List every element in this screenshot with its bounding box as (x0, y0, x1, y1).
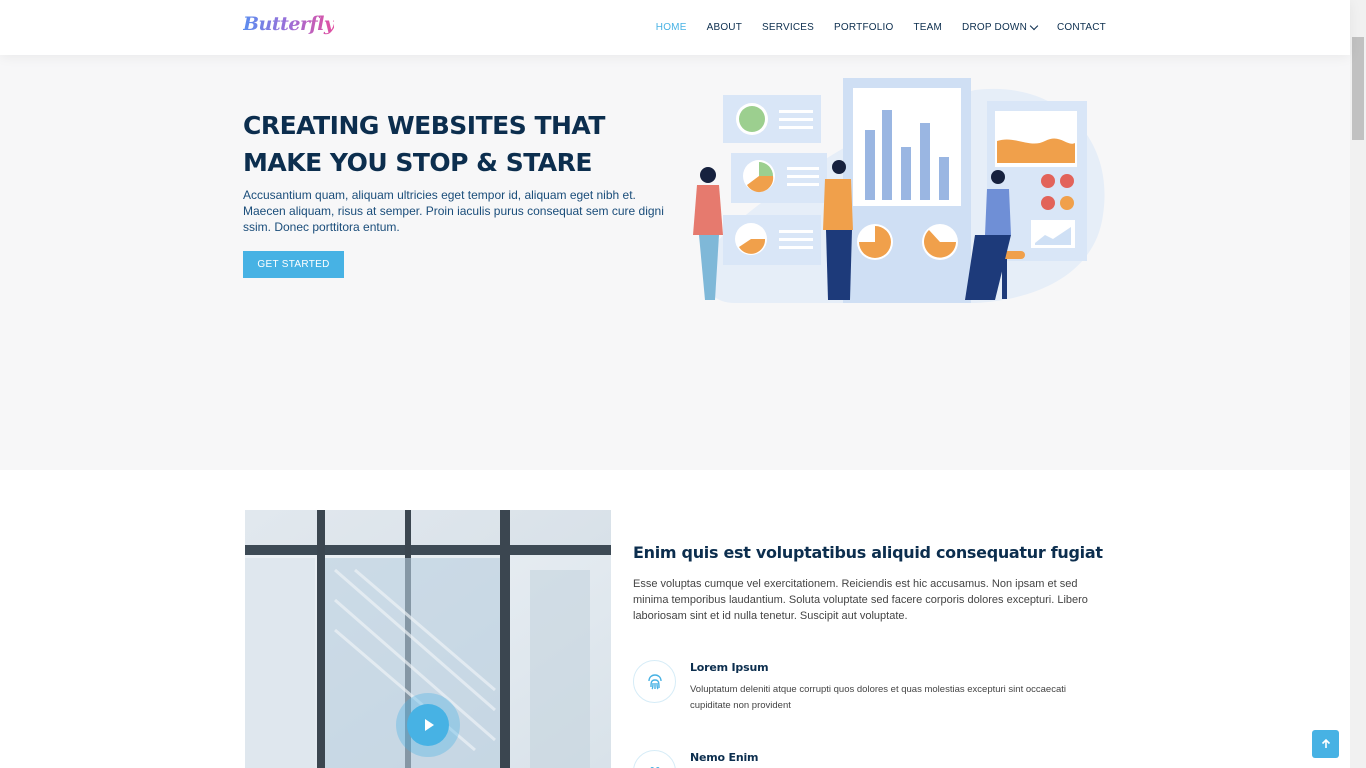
about-text: Esse voluptas cumque vel exercitationem.… (633, 578, 1088, 622)
nav-contact[interactable]: CONTACT (1057, 22, 1106, 33)
site-header: Butterfly HOME ABOUT SERVICES PORTFOLIO … (0, 0, 1350, 55)
feature-title-1: Lorem Ipsum (690, 661, 769, 674)
hero-title: CREATING WEBSITES THAT MAKE YOU STOP & S… (243, 111, 605, 177)
about-video-thumbnail[interactable] (245, 510, 611, 768)
feature-title-2: Nemo Enim (690, 751, 759, 764)
nav-home[interactable]: HOME (656, 22, 687, 33)
play-button[interactable] (407, 704, 449, 746)
fingerprint-icon (633, 660, 676, 703)
nav-about[interactable]: ABOUT (707, 22, 742, 33)
gift-icon (633, 750, 676, 768)
hero-text: Accusantium quam, aliquam ultricies eget… (243, 188, 664, 234)
scrollbar[interactable] (1350, 0, 1366, 768)
logo[interactable]: Butterfly (243, 13, 335, 35)
get-started-button[interactable]: GET STARTED (243, 251, 344, 278)
nav-services[interactable]: SERVICES (762, 22, 814, 33)
main-nav: HOME ABOUT SERVICES PORTFOLIO TEAM DROP … (656, 0, 1106, 55)
hero-illustration (693, 78, 1105, 303)
nav-dropdown[interactable]: DROP DOWN (962, 21, 1039, 33)
feature-text-1: Voluptatum deleniti atque corrupti quos … (690, 684, 1066, 711)
play-icon (425, 719, 434, 731)
arrow-up-icon (1321, 738, 1330, 748)
nav-portfolio[interactable]: PORTFOLIO (834, 22, 893, 33)
hero-section: CREATING WEBSITES THAT MAKE YOU STOP & S… (0, 55, 1350, 470)
nav-team[interactable]: TEAM (913, 22, 942, 33)
about-title: Enim quis est voluptatibus aliquid conse… (633, 543, 1103, 562)
scrollbar-thumb[interactable] (1352, 37, 1364, 140)
back-to-top-button[interactable] (1312, 730, 1339, 758)
chevron-down-icon (1029, 21, 1039, 30)
nav-dropdown-label: DROP DOWN (962, 22, 1027, 33)
